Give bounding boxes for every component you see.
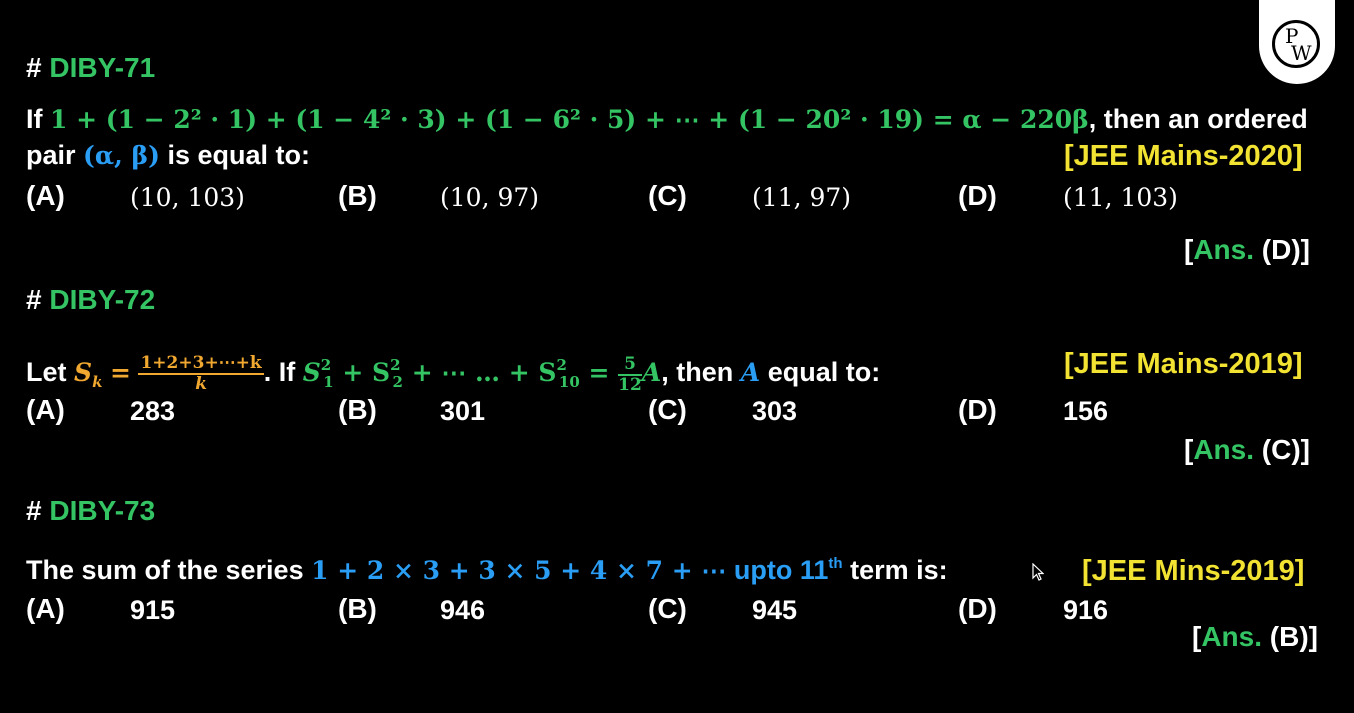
- q72-option-d-value: 156: [1063, 396, 1109, 426]
- pw-logo: P W: [1259, 0, 1335, 84]
- q72-sum-expr: S21 + S22 + ⋯ … + S210 = 5 12 A: [302, 353, 662, 395]
- q73-lead: The sum of the series: [26, 555, 304, 585]
- q72-sk: Sk: [74, 358, 102, 391]
- q72-sum-a: + S: [342, 358, 391, 387]
- q73-option-b-label: (B): [338, 593, 377, 624]
- q72-answer-value: (C)]: [1261, 434, 1310, 465]
- q72-frac2-den: 12: [618, 374, 642, 395]
- q72-let: Let: [26, 357, 67, 387]
- q72-A2: A: [740, 358, 761, 387]
- q71-line2: pair (α, β) is equal to:: [26, 140, 310, 171]
- q72-option-c-value: 303: [752, 396, 798, 426]
- q71-answer: [Ans. (D)]: [1184, 234, 1310, 266]
- q72-option-b-value: 301: [440, 396, 486, 426]
- q71-heading: # DIBY-71: [26, 52, 155, 84]
- q73-option-c-label: (C): [648, 593, 687, 624]
- q72-if: . If: [263, 357, 296, 387]
- q72-answer: [Ans. (C)]: [1184, 434, 1310, 466]
- q73-option-b-value: 946: [440, 595, 486, 625]
- q71-hash: #: [26, 52, 42, 83]
- q73-upto-text: upto 11: [733, 555, 829, 585]
- q71-option-a-value: (10, 103): [130, 183, 245, 212]
- q72-frac-den: k: [195, 373, 207, 394]
- q73-th: th: [828, 555, 843, 572]
- q72-equal-to: equal to:: [767, 357, 881, 387]
- q71-pair-math: (α, β): [83, 141, 160, 170]
- q72-option-c-label: (C): [648, 394, 687, 425]
- q72-A: A: [641, 358, 662, 387]
- q72-sk-letter: S: [74, 358, 93, 387]
- q72-option-b-label: (B): [338, 394, 377, 425]
- q71-rest1: , then an ordered: [1088, 104, 1308, 134]
- q72-fraction: 1+2+3+⋯+k k: [138, 352, 264, 394]
- q73-answer: [Ans. (B)]: [1192, 621, 1318, 653]
- q73-option-a-value: 915: [130, 595, 176, 625]
- pw-logo-mark: P W: [1272, 20, 1320, 68]
- q72-exam-tag: [JEE Mains-2019]: [1064, 348, 1303, 380]
- q73-option-d-value: 916: [1063, 595, 1109, 625]
- q71-if: If: [26, 104, 43, 134]
- q71-id: DIBY-71: [49, 52, 156, 83]
- q71-option-d-value: (11, 103): [1063, 183, 1178, 212]
- q73-exam-tag: [JEE Mins-2019]: [1082, 555, 1305, 587]
- q72-option-a-label: (A): [26, 394, 65, 425]
- q73-tail: term is:: [850, 555, 948, 585]
- q72-s1: S: [302, 358, 321, 387]
- q73-hash: #: [26, 495, 42, 526]
- q72-option-a-value: 283: [130, 396, 176, 426]
- q71-option-d-label: (D): [958, 180, 997, 211]
- q72-eq2: =: [588, 358, 610, 387]
- q72-answer-open: [: [1184, 434, 1194, 465]
- q71-answer-value: (D)]: [1261, 234, 1310, 265]
- q72-option-d-label: (D): [958, 394, 997, 425]
- q73-heading: # DIBY-73: [26, 495, 155, 527]
- q72-sum-b: + ⋯ … + S: [411, 358, 557, 387]
- q72-fraction2: 5 12: [618, 354, 642, 395]
- q72-then: , then: [661, 357, 734, 387]
- q71-expression: 1 + (1 − 2² · 1) + (1 − 4² · 3) + (1 − 6…: [50, 105, 1089, 134]
- q73-answer-open: [: [1192, 621, 1202, 652]
- q73-expression: 1 + 2 × 3 + 3 × 5 + 4 × 7 + ⋯: [311, 556, 727, 585]
- q71-rest2: is equal to:: [167, 140, 310, 170]
- mouse-cursor-icon: [1032, 563, 1044, 581]
- q71-option-c-value: (11, 97): [752, 183, 852, 212]
- q71-exam-tag: [JEE Mains-2020]: [1064, 140, 1303, 172]
- q72-eq: =: [110, 358, 131, 387]
- q73-answer-word: Ans.: [1201, 621, 1263, 652]
- q73-upto: upto 11th: [734, 555, 843, 585]
- q72-sk-sub: k: [92, 373, 103, 391]
- logo-letter-w: W: [1291, 41, 1312, 65]
- q73-option-c-value: 945: [752, 595, 798, 625]
- q72-answer-word: Ans.: [1193, 434, 1255, 465]
- q72-frac2-num: 5: [618, 354, 642, 376]
- q71-pair: pair: [26, 140, 76, 170]
- q72-id: DIBY-72: [49, 284, 156, 315]
- q73-id: DIBY-73: [49, 495, 156, 526]
- q71-option-b-label: (B): [338, 180, 377, 211]
- q73-line1: The sum of the series 1 + 2 × 3 + 3 × 5 …: [26, 555, 948, 586]
- q73-answer-value: (B)]: [1269, 621, 1318, 652]
- q71-option-b-value: (10, 97): [440, 183, 540, 212]
- q71-answer-open: [: [1184, 234, 1194, 265]
- q73-option-d-label: (D): [958, 593, 997, 624]
- q72-hash: #: [26, 284, 42, 315]
- q71-option-a-label: (A): [26, 180, 65, 211]
- q71-line1: If 1 + (1 − 2² · 1) + (1 − 4² · 3) + (1 …: [26, 104, 1308, 135]
- q72-heading: # DIBY-72: [26, 284, 155, 316]
- q71-option-c-label: (C): [648, 180, 687, 211]
- q72-frac-num: 1+2+3+⋯+k: [138, 352, 264, 375]
- q71-answer-word: Ans.: [1193, 234, 1255, 265]
- q73-option-a-label: (A): [26, 593, 65, 624]
